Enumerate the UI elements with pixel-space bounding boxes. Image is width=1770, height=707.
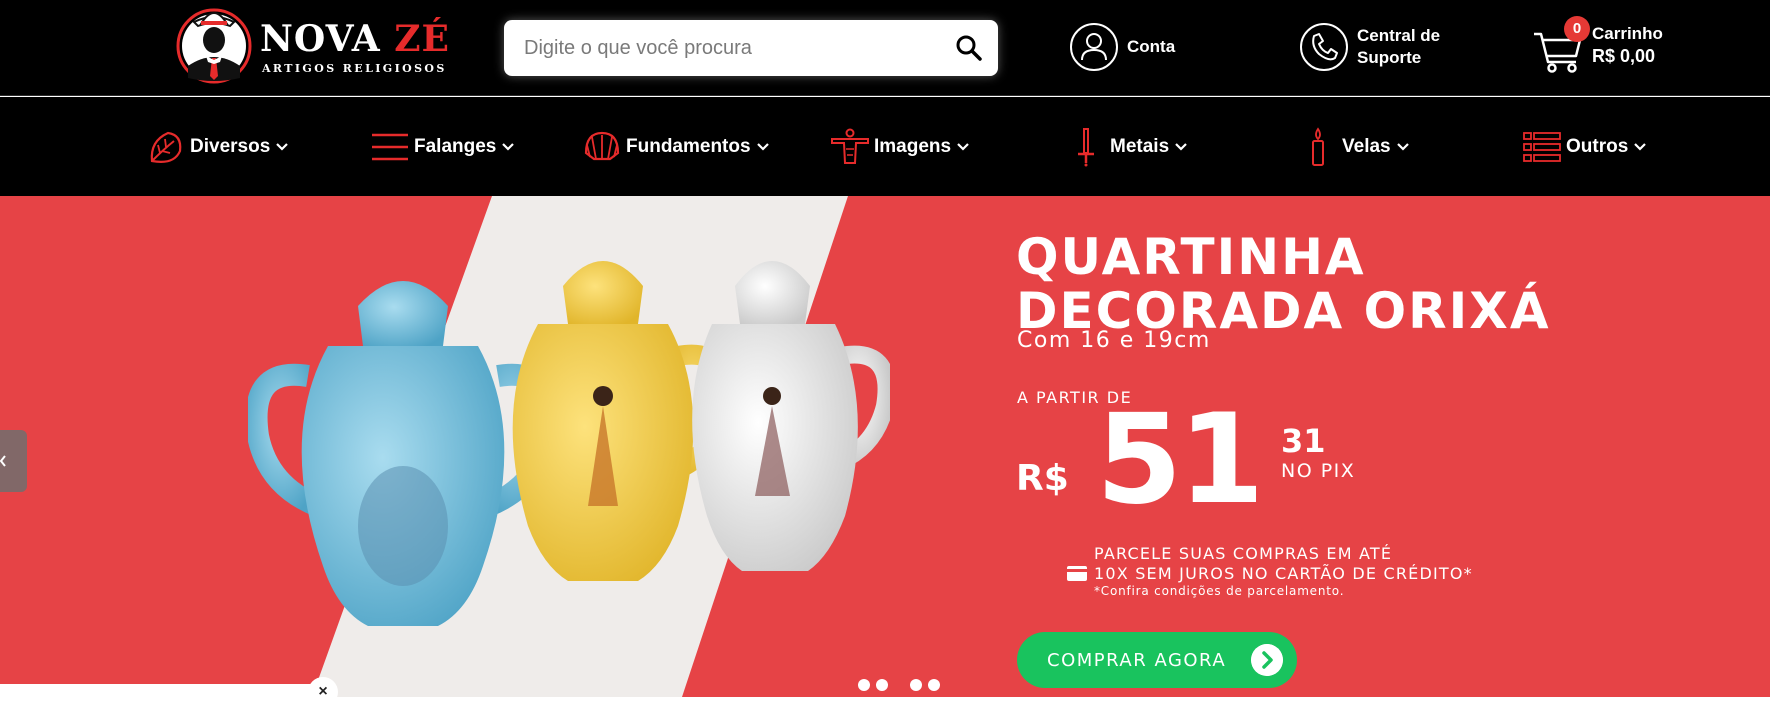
chevron-down-icon xyxy=(502,142,515,151)
search-icon[interactable] xyxy=(954,33,984,63)
carousel-prev-button[interactable] xyxy=(0,430,27,492)
installments-note: *Confira condições de parcelamento. xyxy=(1094,584,1345,598)
arrow-right-icon xyxy=(1251,644,1283,676)
price-currency: R$ xyxy=(1016,458,1069,499)
cart-count-badge: 0 xyxy=(1564,16,1590,42)
search-input[interactable] xyxy=(524,20,944,76)
cart-label: Carrinho xyxy=(1592,24,1663,43)
popup-strip xyxy=(0,684,322,697)
support-label-line2: Suporte xyxy=(1357,48,1422,67)
brand-logo[interactable]: NOVA ZÉ ARTIGOS RELIGIOSOS xyxy=(174,4,449,90)
chevron-down-icon xyxy=(1634,142,1647,151)
carousel-dot[interactable] xyxy=(910,679,922,691)
candle-icon xyxy=(1312,126,1324,166)
price-pix-note: NO PIX xyxy=(1281,460,1356,482)
price-cents: 31 xyxy=(1281,422,1326,460)
search-bar xyxy=(504,20,998,76)
cart-link[interactable]: 0 Carrinho R$ 0,00 xyxy=(1532,16,1663,74)
menu-lines-icon xyxy=(372,133,408,160)
chevron-down-icon xyxy=(1396,142,1409,151)
nav-label-velas: Velas xyxy=(1342,135,1391,157)
chevron-down-icon xyxy=(756,142,769,151)
carousel-dots xyxy=(858,679,946,691)
nav-label-fundamentos: Fundamentos xyxy=(626,135,751,157)
support-label-line1: Central de xyxy=(1357,26,1441,45)
account-link[interactable]: Conta xyxy=(1069,22,1175,72)
carousel-dot[interactable] xyxy=(876,679,888,691)
brand-tagline: ARTIGOS RELIGIOSOS xyxy=(262,62,447,75)
buy-now-label: COMPRAR AGORA xyxy=(1047,649,1227,671)
chevron-down-icon xyxy=(957,142,969,151)
carousel-dot[interactable] xyxy=(928,679,940,691)
phone-icon xyxy=(1300,23,1348,71)
white-jar-image xyxy=(692,261,890,571)
support-link[interactable]: Central de Suporte xyxy=(1299,22,1440,72)
hero-banner[interactable]: QUARTINHA DECORADA ORIXÁ Com 16 e 19cm A… xyxy=(0,196,1770,697)
nav-label-falanges: Falanges xyxy=(414,135,497,157)
nav-item-outros[interactable]: Outros xyxy=(1522,97,1647,196)
logo-emblem-icon xyxy=(176,8,252,84)
nav-label-outros: Outros xyxy=(1566,135,1629,157)
price-integer: 51 xyxy=(1096,388,1265,532)
leaf-icon xyxy=(150,131,182,163)
credit-card-icon xyxy=(1067,566,1087,581)
nav-item-metais[interactable]: Metais xyxy=(1066,97,1187,196)
brand-name: NOVA ZÉ xyxy=(260,18,450,60)
installments-text: PARCELE SUAS COMPRAS EM ATÉ 10X SEM JURO… xyxy=(1094,544,1473,583)
close-icon[interactable]: × xyxy=(308,677,338,707)
nav-label-imagens: Imagens xyxy=(874,135,952,157)
nav-item-imagens[interactable]: Imagens xyxy=(830,97,969,196)
site-header: NOVA ZÉ ARTIGOS RELIGIOSOS Conta Central… xyxy=(0,0,1770,96)
buy-now-button[interactable]: COMPRAR AGORA xyxy=(1017,632,1297,688)
list-icon xyxy=(1523,131,1561,162)
nav-item-fundamentos[interactable]: Fundamentos xyxy=(582,97,769,196)
chevron-down-icon xyxy=(1175,142,1187,151)
account-label: Conta xyxy=(1127,37,1176,56)
nav-item-diversos[interactable]: Diversos xyxy=(146,97,289,196)
shell-icon xyxy=(584,131,620,160)
category-nav: Diversos Falanges Fundamentos Imagens Me… xyxy=(0,97,1770,196)
nav-item-falanges[interactable]: Falanges xyxy=(370,97,515,196)
chevron-left-icon xyxy=(0,455,6,467)
nav-item-velas[interactable]: Velas xyxy=(1298,97,1409,196)
chevron-down-icon xyxy=(276,142,289,151)
user-icon xyxy=(1070,23,1118,71)
nav-label-metais: Metais xyxy=(1110,135,1170,157)
carousel-dot[interactable] xyxy=(858,679,870,691)
sword-icon xyxy=(1078,127,1094,166)
hero-title: QUARTINHA DECORADA ORIXÁ xyxy=(1016,228,1551,340)
nav-label-diversos: Diversos xyxy=(190,135,271,157)
cart-total: R$ 0,00 xyxy=(1592,46,1656,66)
hero-subtitle: Com 16 e 19cm xyxy=(1017,328,1211,353)
christ-statue-icon xyxy=(831,128,869,164)
